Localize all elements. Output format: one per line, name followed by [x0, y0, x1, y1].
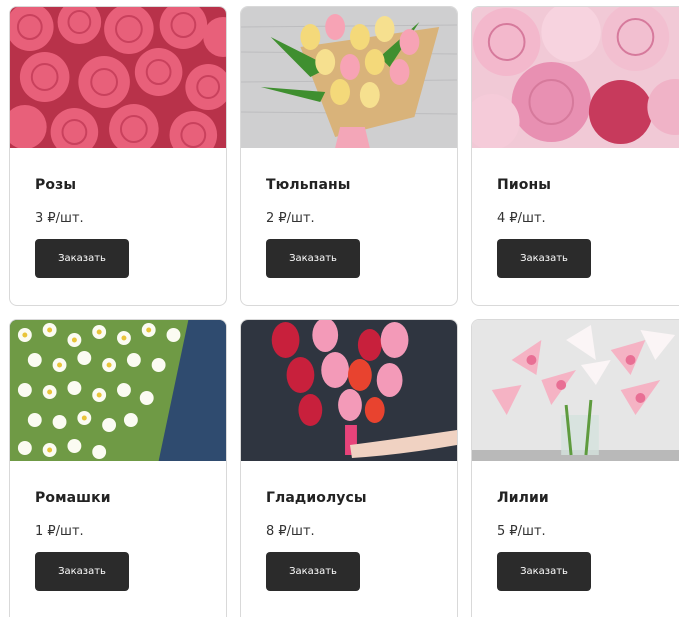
order-button-peonies[interactable]: Заказать	[497, 239, 591, 278]
product-card-lilies: Лилии 5 ₽/шт. Заказать	[471, 319, 679, 617]
product-price: 2 ₽/шт.	[266, 211, 315, 226]
peonies-photo	[472, 7, 679, 148]
product-price: 8 ₽/шт.	[266, 524, 315, 539]
lilies-photo	[472, 320, 679, 461]
product-price: 5 ₽/шт.	[497, 524, 546, 539]
gladioli-photo	[241, 320, 457, 461]
product-price: 3 ₽/шт.	[35, 211, 84, 226]
product-card-roses: Розы 3 ₽/шт. Заказать	[9, 6, 227, 306]
product-title: Гладиолусы	[266, 490, 367, 506]
product-title: Розы	[35, 177, 77, 193]
product-card-gladioli: Гладиолусы 8 ₽/шт. Заказать	[240, 319, 458, 617]
product-price: 4 ₽/шт.	[497, 211, 546, 226]
product-title: Лилии	[497, 490, 549, 506]
product-card-peonies: Пионы 4 ₽/шт. Заказать	[471, 6, 679, 306]
order-button-tulips[interactable]: Заказать	[266, 239, 360, 278]
roses-photo	[10, 7, 226, 148]
order-button-lilies[interactable]: Заказать	[497, 552, 591, 591]
product-title: Ромашки	[35, 490, 111, 506]
order-button-daisies[interactable]: Заказать	[35, 552, 129, 591]
order-button-gladioli[interactable]: Заказать	[266, 552, 360, 591]
order-button-roses[interactable]: Заказать	[35, 239, 129, 278]
daisies-photo	[10, 320, 226, 461]
product-card-tulips: Тюльпаны 2 ₽/шт. Заказать	[240, 6, 458, 306]
product-card-daisies: Ромашки 1 ₽/шт. Заказать	[9, 319, 227, 617]
product-price: 1 ₽/шт.	[35, 524, 84, 539]
product-grid: Розы 3 ₽/шт. Заказать Тюльпаны 2 ₽/шт. З…	[0, 0, 679, 617]
product-title: Тюльпаны	[266, 177, 351, 193]
product-title: Пионы	[497, 177, 551, 193]
tulips-photo	[241, 7, 457, 148]
